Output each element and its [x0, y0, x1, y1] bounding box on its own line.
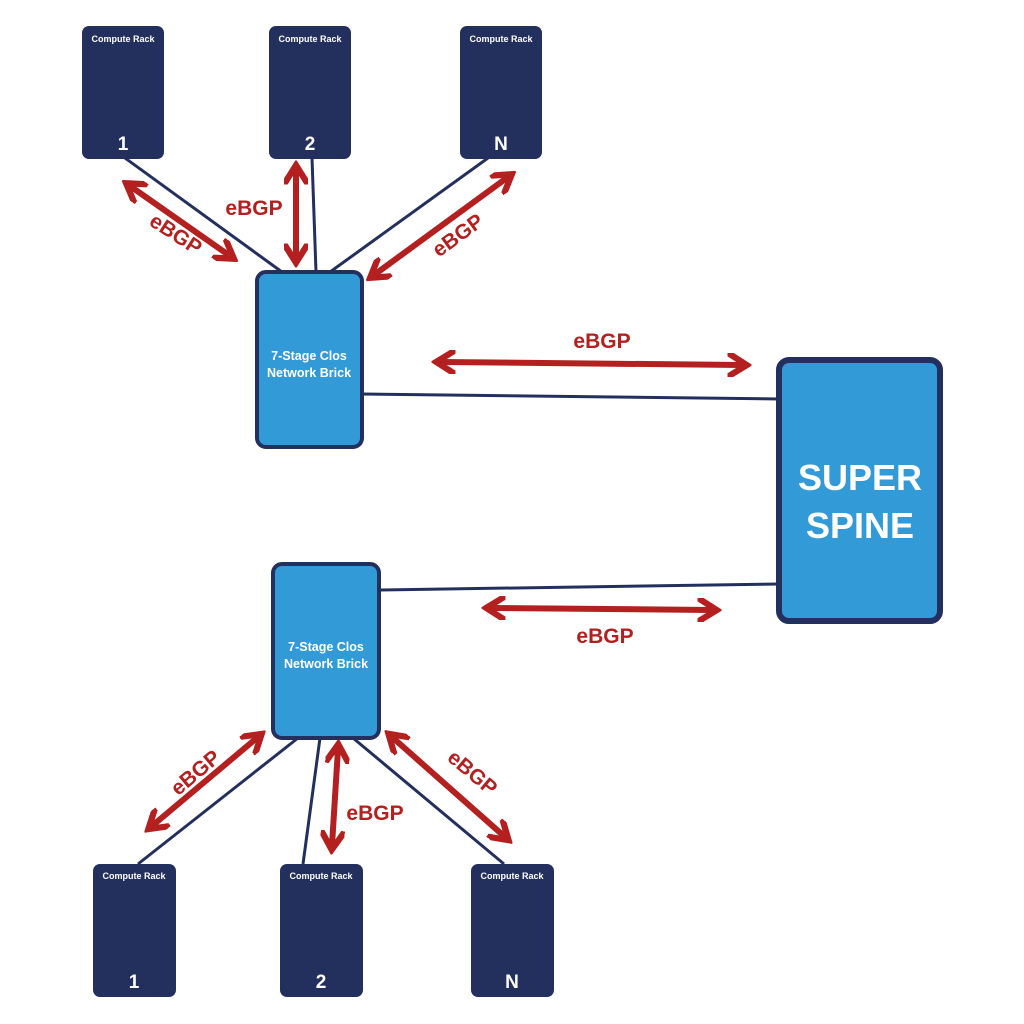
rack-number: 2	[316, 972, 327, 993]
brick-label-line2: Network Brick	[267, 366, 351, 380]
arrow-bottom-rack2	[332, 749, 338, 845]
bottom-rack-2[interactable]: Compute Rack 2	[280, 864, 363, 997]
super-spine[interactable]: SUPER SPINE	[776, 357, 943, 624]
arrow-bottom-spine	[491, 608, 712, 610]
link-bottom-brick-rack2	[301, 737, 322, 865]
link-top-rackN-brick	[329, 156, 489, 274]
top-rack-n[interactable]: Compute Rack N	[460, 26, 542, 159]
bottom-rack-1[interactable]: Compute Rack 1	[93, 864, 176, 997]
top-rack-1[interactable]: Compute Rack 1	[82, 26, 164, 159]
link-top-rack2-brick	[310, 157, 318, 273]
top-rack-2[interactable]: Compute Rack 2	[269, 26, 351, 159]
rack-number: N	[505, 972, 519, 993]
top-network-brick[interactable]: 7-Stage Clos Network Brick	[255, 270, 364, 449]
link-bottom-brick-rackN	[352, 736, 505, 866]
ebgp-label-top-spine: eBGP	[573, 330, 630, 353]
clos-topology-diagram: Compute Rack 1 Compute Rack 2 Compute Ra…	[82, 26, 943, 997]
link-bottom-brick-spine	[378, 582, 781, 592]
rack-number: 1	[118, 134, 129, 155]
super-spine-label-line1: SUPER	[798, 457, 922, 498]
brick-label-line1: 7-Stage Clos	[288, 640, 364, 654]
bottom-network-brick[interactable]: 7-Stage Clos Network Brick	[271, 562, 381, 740]
rack-title: Compute Rack	[102, 871, 166, 881]
rack-number: 1	[129, 972, 140, 993]
rack-title: Compute Rack	[91, 34, 155, 44]
ebgp-label-top-rack2: eBGP	[225, 197, 282, 220]
ebgp-label-top-rackN: eBGP	[428, 210, 488, 262]
super-spine-label-line2: SPINE	[806, 505, 914, 546]
rack-title: Compute Rack	[289, 871, 353, 881]
rack-number: 2	[305, 134, 316, 155]
link-top-brick-spine	[361, 392, 781, 401]
rack-title: Compute Rack	[469, 34, 533, 44]
brick-label-line2: Network Brick	[284, 657, 368, 671]
rack-number: N	[494, 134, 508, 155]
ebgp-label-bottom-spine: eBGP	[576, 625, 633, 648]
brick-label-line1: 7-Stage Clos	[271, 349, 347, 363]
ebgp-label-bottom-rack2: eBGP	[346, 802, 403, 825]
rack-title: Compute Rack	[278, 34, 342, 44]
bottom-rack-n[interactable]: Compute Rack N	[471, 864, 554, 997]
ebgp-arrows	[130, 170, 742, 845]
rack-title: Compute Rack	[480, 871, 544, 881]
arrow-top-spine	[441, 362, 742, 365]
